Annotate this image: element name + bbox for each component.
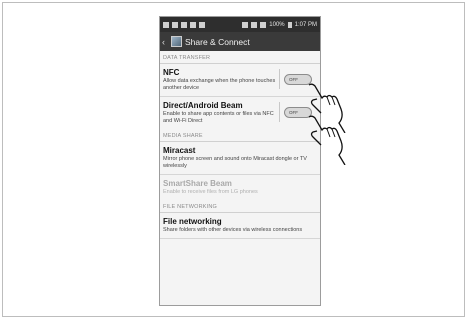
store-icon [181,21,187,28]
smartshare-desc: Enable to receive files from LG phones [163,189,258,195]
section-header-file-networking: FILE NETWORKING [160,200,320,213]
filenet-desc: Share folders with other devices via wir… [163,227,303,233]
search-icon [199,21,205,28]
back-icon[interactable]: ‹ [162,37,168,47]
section-header-data-transfer: DATA TRANSFER [160,51,320,64]
notification-icon [163,21,169,28]
filenet-title: File networking [163,217,222,226]
action-bar: ‹ Share & Connect [160,32,320,51]
battery-percent: 100% [269,21,285,28]
settings-app-icon [171,36,182,47]
sd-card-icon [190,21,196,28]
volume-icon [242,21,249,28]
upload-icon [172,21,178,28]
miracast-desc: Mirror phone screen and sound onto Mirac… [163,156,307,169]
battery-icon [287,21,292,28]
smartshare-row: SmartShare Beam Enable to receive files … [160,175,320,200]
nfc-status-icon [251,21,258,28]
page-title: Share & Connect [185,36,250,47]
beam-toggle[interactable]: OFF [284,107,312,118]
smartshare-title: SmartShare Beam [163,179,232,188]
nfc-row[interactable]: NFC Allow data exchange when the phone t… [160,64,320,97]
signal-icon [260,21,267,28]
miracast-title: Miracast [163,146,196,155]
section-header-media-share: MEDIA SHARE [160,129,320,142]
beam-row[interactable]: Direct/Android Beam Enable to share app … [160,97,320,129]
status-bar: 100% 1:07 PM [160,17,320,32]
divider [279,102,280,122]
phone-screen: 100% 1:07 PM ‹ Share & Connect DATA TRAN… [159,16,321,306]
divider [279,69,280,89]
status-time: 1:07 PM [294,21,317,28]
file-networking-row[interactable]: File networking Share folders with other… [160,213,320,239]
miracast-row[interactable]: Miracast Mirror phone screen and sound o… [160,142,320,175]
nfc-toggle[interactable]: OFF [284,74,312,85]
